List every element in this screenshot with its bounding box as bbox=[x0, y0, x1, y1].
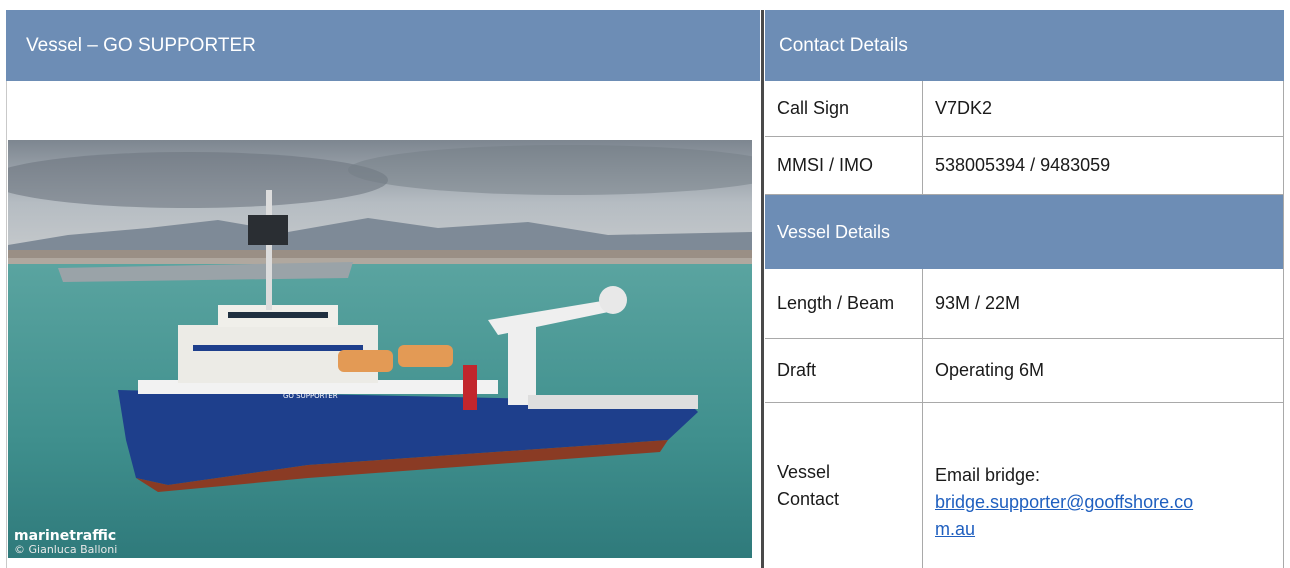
vessel-details-header: Vessel Details bbox=[765, 195, 1284, 269]
length-beam-label: Length / Beam bbox=[765, 269, 923, 338]
bridge-email-link-part1[interactable]: bridge.supporter@gooffshore.co bbox=[935, 489, 1193, 516]
table-row-length-beam: Length / Beam 93M / 22M bbox=[765, 269, 1284, 339]
table-row-mmsi-imo: MMSI / IMO 538005394 / 9483059 bbox=[765, 137, 1284, 195]
vessel-details-title: Vessel Details bbox=[777, 221, 891, 242]
contact-details-header: Contact Details bbox=[765, 10, 1284, 81]
vessel-title: Vessel – GO SUPPORTER bbox=[26, 34, 256, 56]
vessel-contact-label: Vessel Contact bbox=[765, 403, 923, 568]
draft-label: Draft bbox=[765, 339, 923, 402]
watermark-credit: © Gianluca Balloni bbox=[14, 543, 117, 556]
table-row-draft: Draft Operating 6M bbox=[765, 339, 1284, 403]
vessel-contact-label-line1: Vessel bbox=[777, 461, 831, 482]
email-bridge-label: Email bridge: bbox=[935, 465, 1041, 485]
call-sign-label: Call Sign bbox=[765, 81, 923, 136]
table-row-vessel-contact: Vessel Contact Email bridge: bridge.supp… bbox=[765, 403, 1284, 568]
vessel-info-sheet: Vessel – GO SUPPORTER Contact Details GO… bbox=[0, 0, 1290, 568]
mmsi-imo-label: MMSI / IMO bbox=[765, 137, 923, 194]
vessel-contact-label-line2: Contact bbox=[777, 488, 840, 509]
vessel-contact-value: Email bridge: bridge.supporter@gooffshor… bbox=[923, 403, 1284, 568]
vessel-title-header: Vessel – GO SUPPORTER bbox=[6, 10, 760, 81]
call-sign-value: V7DK2 bbox=[935, 98, 993, 118]
draft-value: Operating 6M bbox=[935, 360, 1045, 380]
mmsi-imo-value: 538005394 / 9483059 bbox=[935, 155, 1111, 175]
watermark-brand: marinetraffic bbox=[14, 528, 116, 544]
bridge-email-link-part2[interactable]: m.au bbox=[935, 516, 975, 543]
column-divider bbox=[761, 10, 764, 568]
hull-name-text: GO SUPPORTER bbox=[283, 392, 338, 400]
contact-details-title: Contact Details bbox=[779, 34, 908, 56]
table-row-call-sign: Call Sign V7DK2 bbox=[765, 81, 1284, 137]
left-border bbox=[6, 81, 7, 568]
vessel-photo: GO SUPPORTER marinetraffic © Gianluca Ba… bbox=[8, 140, 752, 558]
length-beam-value: 93M / 22M bbox=[935, 293, 1021, 313]
right-border bbox=[1283, 81, 1284, 568]
